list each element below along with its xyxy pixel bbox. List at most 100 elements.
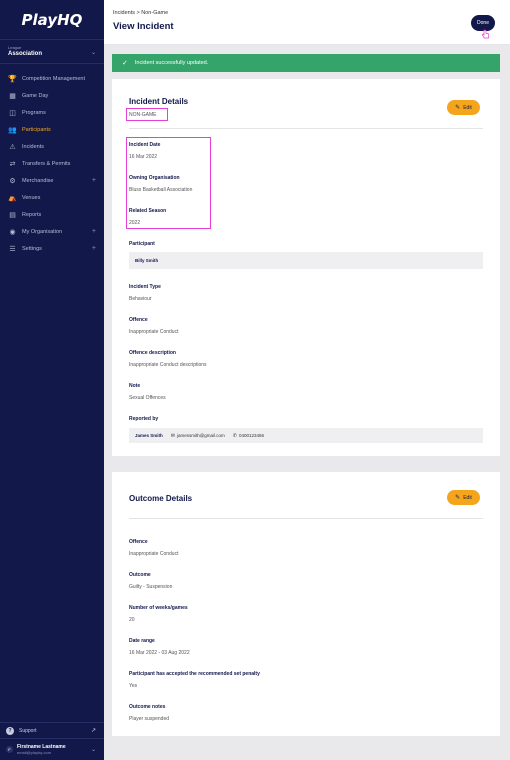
outcome-notes-value: Player suspended <box>129 716 170 722</box>
sidebar-item-transfers-permits[interactable]: ⇄ Transfers & Permits <box>0 155 104 172</box>
organisation-switcher[interactable]: League Association ⌄ <box>0 40 104 64</box>
success-alert: ✓ Incident successfully updated. <box>112 54 500 72</box>
help-icon: ? <box>6 726 14 735</box>
avatar: F <box>6 746 13 753</box>
penalty-accepted-value: Yes <box>129 683 138 689</box>
sidebar-item-competition-management[interactable]: 🏆 Competition Management <box>0 70 104 87</box>
participant-chip[interactable]: Billy Smith <box>129 252 483 269</box>
edit-incident-button[interactable]: ✎ Edit <box>447 100 480 115</box>
divider <box>129 128 483 129</box>
reporter-email[interactable]: ✉ jamessmith@gmail.com <box>171 433 225 439</box>
reporter-email-text: jamessmith@gmail.com <box>176 433 225 438</box>
globe-icon: ◉ <box>9 228 16 236</box>
weeks-games-value: 20 <box>129 617 135 623</box>
user-menu[interactable]: F Firstname Lastname email@playhq.com ⌄ <box>0 738 104 760</box>
participant-label: Participant <box>129 241 155 247</box>
hand-cursor-icon <box>481 29 490 39</box>
sidebar-item-venues[interactable]: ⛺ Venues <box>0 189 104 206</box>
reporter-phone-text: 0400123456 <box>239 433 265 438</box>
offence-description-label: Offence description <box>129 350 176 356</box>
sidebar-nav: 🏆 Competition Management ▦ Game Day ◫ Progr… <box>0 64 104 257</box>
sidebar-item-programs[interactable]: ◫ Programs <box>0 104 104 121</box>
sidebar-item-label: Programs <box>22 109 46 116</box>
venue-icon: ⛺ <box>8 194 17 202</box>
transfer-icon: ⇄ <box>9 160 16 168</box>
sliders-icon: ☰ <box>9 245 16 253</box>
outcome-notes-label: Outcome notes <box>129 704 166 710</box>
book-icon: ◫ <box>9 109 16 117</box>
owning-organisation-label: Owning Organisation <box>129 175 180 181</box>
penalty-accepted-label: Participant has accepted the recommended… <box>129 671 260 677</box>
chevron-down-icon: ⌄ <box>90 50 96 56</box>
phone-icon: ✆ <box>232 432 237 439</box>
outcome-details-heading: Outcome Details <box>129 494 193 503</box>
page-title: View Incident <box>113 21 174 32</box>
success-message: Incident successfully updated. <box>134 60 209 66</box>
date-range-label: Date range <box>129 638 155 644</box>
sidebar-footer: ? Support ↗ F Firstname Lastname email@p… <box>0 722 104 760</box>
edit-label: Edit <box>463 104 472 111</box>
pencil-icon: ✎ <box>455 495 461 501</box>
edit-outcome-button[interactable]: ✎ Edit <box>447 490 480 505</box>
breadcrumb[interactable]: Incidents > Non-Game <box>113 10 168 16</box>
offence-value: Inappropriate Conduct <box>129 329 179 335</box>
owning-organisation-value: Bluss Basketball Association <box>129 187 193 193</box>
sidebar-item-label: Game Day <box>22 92 49 99</box>
sidebar-item-incidents[interactable]: ⚠ Incidents <box>0 138 104 155</box>
sidebar-item-label: Merchandise <box>22 177 54 184</box>
organisation-type-label: League <box>8 45 22 50</box>
related-season-value: 2022 <box>129 220 141 226</box>
note-label: Note <box>129 383 141 389</box>
incident-date-value: 16 Mar 2022 <box>129 154 158 160</box>
people-icon: 👥 <box>8 126 17 134</box>
sidebar-item-merchandise[interactable]: ⚙ Merchandise + <box>0 172 104 189</box>
organisation-name: Association <box>8 51 43 57</box>
sidebar-item-label: Settings <box>22 245 42 252</box>
external-link-icon: ↗ <box>90 728 96 734</box>
outcome-details-card: Outcome Details ✎ Edit Offence Inappropri… <box>112 472 500 736</box>
plus-icon: + <box>91 177 96 184</box>
sidebar-item-settings[interactable]: ☰ Settings + <box>0 240 104 257</box>
participant-name: Billy Smith <box>135 258 159 263</box>
divider <box>129 518 483 519</box>
mail-icon: ✉ <box>170 432 175 439</box>
incident-details-card: Incident Details ✎ Edit NON-GAME Incident… <box>112 79 500 456</box>
reported-by-label: Reported by <box>129 416 159 422</box>
details-highlight <box>126 137 211 229</box>
incident-details-heading: Incident Details <box>129 97 189 106</box>
incident-category: NON-GAME <box>129 112 157 118</box>
support-link[interactable]: ? Support ↗ <box>0 722 104 738</box>
support-label: Support <box>19 727 37 734</box>
chevron-down-icon: ⌄ <box>90 747 96 753</box>
outcome-label: Outcome <box>129 572 151 578</box>
sidebar-item-label: Incidents <box>22 143 45 150</box>
check-icon: ✓ <box>122 60 128 67</box>
report-icon: ▤ <box>9 211 16 219</box>
pencil-icon: ✎ <box>455 105 461 111</box>
sidebar-item-label: Competition Management <box>22 75 85 82</box>
playhq-logo[interactable]: PlayHQ <box>0 0 104 40</box>
sidebar-item-label: Reports <box>22 211 42 218</box>
offence-label: Offence <box>129 317 148 323</box>
outcome-value: Guilty - Suspension <box>129 584 173 590</box>
sidebar-item-game-day[interactable]: ▦ Game Day <box>0 87 104 104</box>
plus-icon: + <box>91 228 96 235</box>
scoreboard-icon: ▦ <box>9 92 16 100</box>
sidebar-item-my-organisation[interactable]: ◉ My Organisation + <box>0 223 104 240</box>
weeks-games-label: Number of weeks/games <box>129 605 188 611</box>
offence-description-value: Inappropriate Conduct descriptions <box>129 362 207 368</box>
note-value: Sexual Offences <box>129 395 166 401</box>
reporter-phone[interactable]: ✆ 0400123456 <box>233 433 264 439</box>
sidebar-item-reports[interactable]: ▤ Reports <box>0 206 104 223</box>
sidebar-item-label: Transfers & Permits <box>22 160 71 167</box>
incident-type-label: Incident Type <box>129 284 161 290</box>
main-content: ✓ Incident successfully updated. Inciden… <box>104 45 510 760</box>
sidebar-item-label: Venues <box>22 194 41 201</box>
outcome-offence-label: Offence <box>129 539 148 545</box>
incident-date-label: Incident Date <box>129 142 161 148</box>
sidebar-item-label: My Organisation <box>22 228 63 235</box>
sidebar-item-participants[interactable]: 👥 Participants <box>0 121 104 138</box>
reporter-chip: James Smith ✉ jamessmith@gmail.com ✆ 04001… <box>129 428 483 443</box>
trophy-icon: 🏆 <box>8 75 17 83</box>
plus-icon: + <box>91 245 96 252</box>
